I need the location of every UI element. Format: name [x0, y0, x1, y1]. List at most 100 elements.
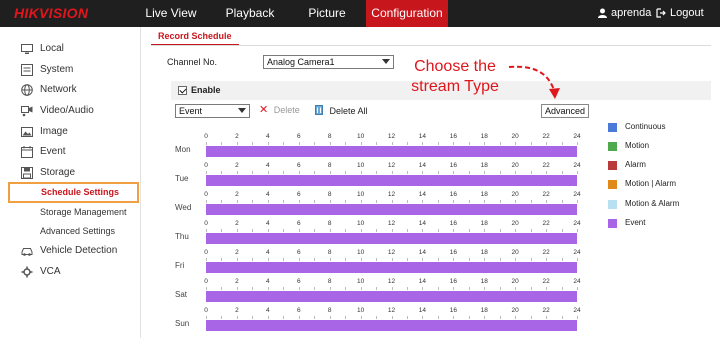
advanced-button[interactable]: Advanced [541, 104, 589, 118]
legend-label: Motion [625, 141, 650, 150]
hour-tick-label: 8 [327, 133, 332, 140]
hour-tick-label: 4 [266, 220, 270, 227]
hour-tick-label: 24 [573, 162, 581, 169]
hour-tick-label: 6 [296, 162, 301, 169]
day-label: Thu [175, 232, 189, 241]
hour-tick-label: 0 [204, 191, 208, 198]
hour-tick-label: 20 [511, 249, 519, 256]
schedule-bar-tue[interactable] [206, 175, 577, 186]
hour-tick-label: 6 [296, 249, 301, 256]
chevron-down-icon [238, 108, 246, 113]
hour-tick-label: 0 [204, 307, 208, 314]
tab-record-schedule[interactable]: Record Schedule [151, 27, 239, 46]
logout-icon [656, 8, 666, 18]
hour-tick-label: 22 [542, 162, 550, 169]
hour-tick-label: 2 [235, 220, 239, 227]
user-icon [598, 8, 607, 18]
legend-swatch [608, 123, 617, 132]
sidebar-item-network[interactable]: Network [0, 80, 141, 100]
annotation-arrow [508, 65, 560, 99]
hour-tick-label: 18 [480, 133, 488, 140]
sidebar-item-vehicle-detection[interactable]: Vehicle Detection [0, 241, 141, 261]
hour-tick-label: 14 [418, 307, 427, 314]
legend-label: Event [625, 218, 646, 227]
storage-icon [21, 167, 33, 179]
hour-tick-label: 12 [387, 307, 396, 314]
sidebar-item-video-audio[interactable]: Video/Audio [0, 101, 141, 121]
hour-tick-label: 24 [573, 133, 581, 140]
image-icon [21, 127, 33, 137]
hour-tick-label: 0 [204, 162, 208, 169]
close-icon: ✕ [259, 104, 269, 116]
sidebar-item-system[interactable]: System [0, 60, 141, 80]
sidebar-item-storage[interactable]: Storage [0, 163, 141, 183]
sidebar-item-storage-management[interactable]: Storage Management [0, 203, 141, 221]
vehicle-icon [21, 248, 33, 256]
hour-tick-label: 22 [542, 191, 550, 198]
channel-label: Channel No. [167, 57, 218, 67]
hour-tick-label: 22 [542, 278, 550, 285]
logout-button[interactable]: Logout [656, 0, 704, 27]
hour-tick-label: 22 [542, 133, 550, 140]
hour-tick-label: 6 [296, 307, 301, 314]
hour-tick-label: 18 [480, 307, 488, 314]
day-label: Wed [175, 203, 192, 212]
schedule-bar-fri[interactable] [206, 262, 577, 273]
schedule-bar-sat[interactable] [206, 291, 577, 302]
hour-tick-label: 10 [356, 249, 365, 256]
sidebar-item-vca[interactable]: VCA [0, 262, 141, 282]
sidebar-item-local[interactable]: Local [0, 39, 141, 59]
legend-label: Motion | Alarm [625, 179, 676, 188]
hour-tick-label: 4 [266, 133, 270, 140]
record-type-select[interactable]: Event [175, 104, 250, 118]
nav-live-view[interactable]: Live View [138, 0, 204, 27]
legend-label: Alarm [625, 160, 646, 169]
sidebar-item-event[interactable]: Event [0, 142, 141, 162]
legend-swatch [608, 180, 617, 189]
delete-button[interactable]: ✕ Delete [259, 104, 300, 116]
hour-tick-label: 8 [327, 307, 332, 314]
hour-tick-label: 18 [480, 249, 488, 256]
schedule-bar-wed[interactable] [206, 204, 577, 215]
nav-configuration[interactable]: Configuration [366, 0, 448, 27]
hour-tick-label: 16 [449, 133, 457, 140]
schedule-bar-mon[interactable] [206, 146, 577, 157]
sidebar-item-advanced-settings[interactable]: Advanced Settings [0, 222, 141, 240]
hour-tick-label: 12 [387, 220, 396, 227]
system-icon [21, 64, 33, 76]
legend-label: Motion & Alarm [625, 199, 680, 208]
trash-icon [315, 105, 323, 115]
hour-tick-label: 22 [542, 220, 550, 227]
enable-checkbox[interactable] [178, 86, 187, 95]
hour-tick-label: 8 [327, 278, 332, 285]
hour-tick-label: 22 [542, 249, 550, 256]
brand-logo: HIKVISION [14, 5, 89, 21]
hour-tick-label: 0 [204, 133, 208, 140]
hour-tick-label: 2 [235, 249, 239, 256]
legend-swatch [608, 200, 617, 209]
hour-tick-label: 10 [356, 278, 365, 285]
schedule-bar-thu[interactable] [206, 233, 577, 244]
user-menu[interactable]: aprenda [598, 0, 651, 27]
sidebar-item-image[interactable]: Image [0, 122, 141, 142]
hour-tick-label: 0 [204, 220, 208, 227]
logout-label: Logout [670, 7, 704, 19]
day-label: Sat [175, 290, 188, 299]
hour-tick-label: 18 [480, 278, 488, 285]
hour-tick-label: 4 [266, 278, 270, 285]
delete-all-button[interactable]: Delete All [315, 105, 368, 116]
hour-tick-label: 2 [235, 191, 239, 198]
channel-select[interactable]: Analog Camera1 [263, 55, 394, 69]
hour-tick-label: 20 [511, 191, 519, 198]
hour-tick-label: 24 [573, 307, 581, 314]
hour-tick-label: 22 [542, 307, 550, 314]
hour-tick-label: 6 [296, 278, 301, 285]
nav-picture[interactable]: Picture [294, 0, 360, 27]
nav-playback[interactable]: Playback [217, 0, 283, 27]
sidebar-item-schedule-settings[interactable]: Schedule Settings [8, 182, 139, 203]
legend-label: Continuous [625, 122, 666, 131]
hour-tick-label: 14 [418, 220, 427, 227]
schedule-bar-sun[interactable] [206, 320, 577, 331]
hour-tick-label: 16 [449, 278, 457, 285]
day-label: Fri [175, 261, 185, 270]
